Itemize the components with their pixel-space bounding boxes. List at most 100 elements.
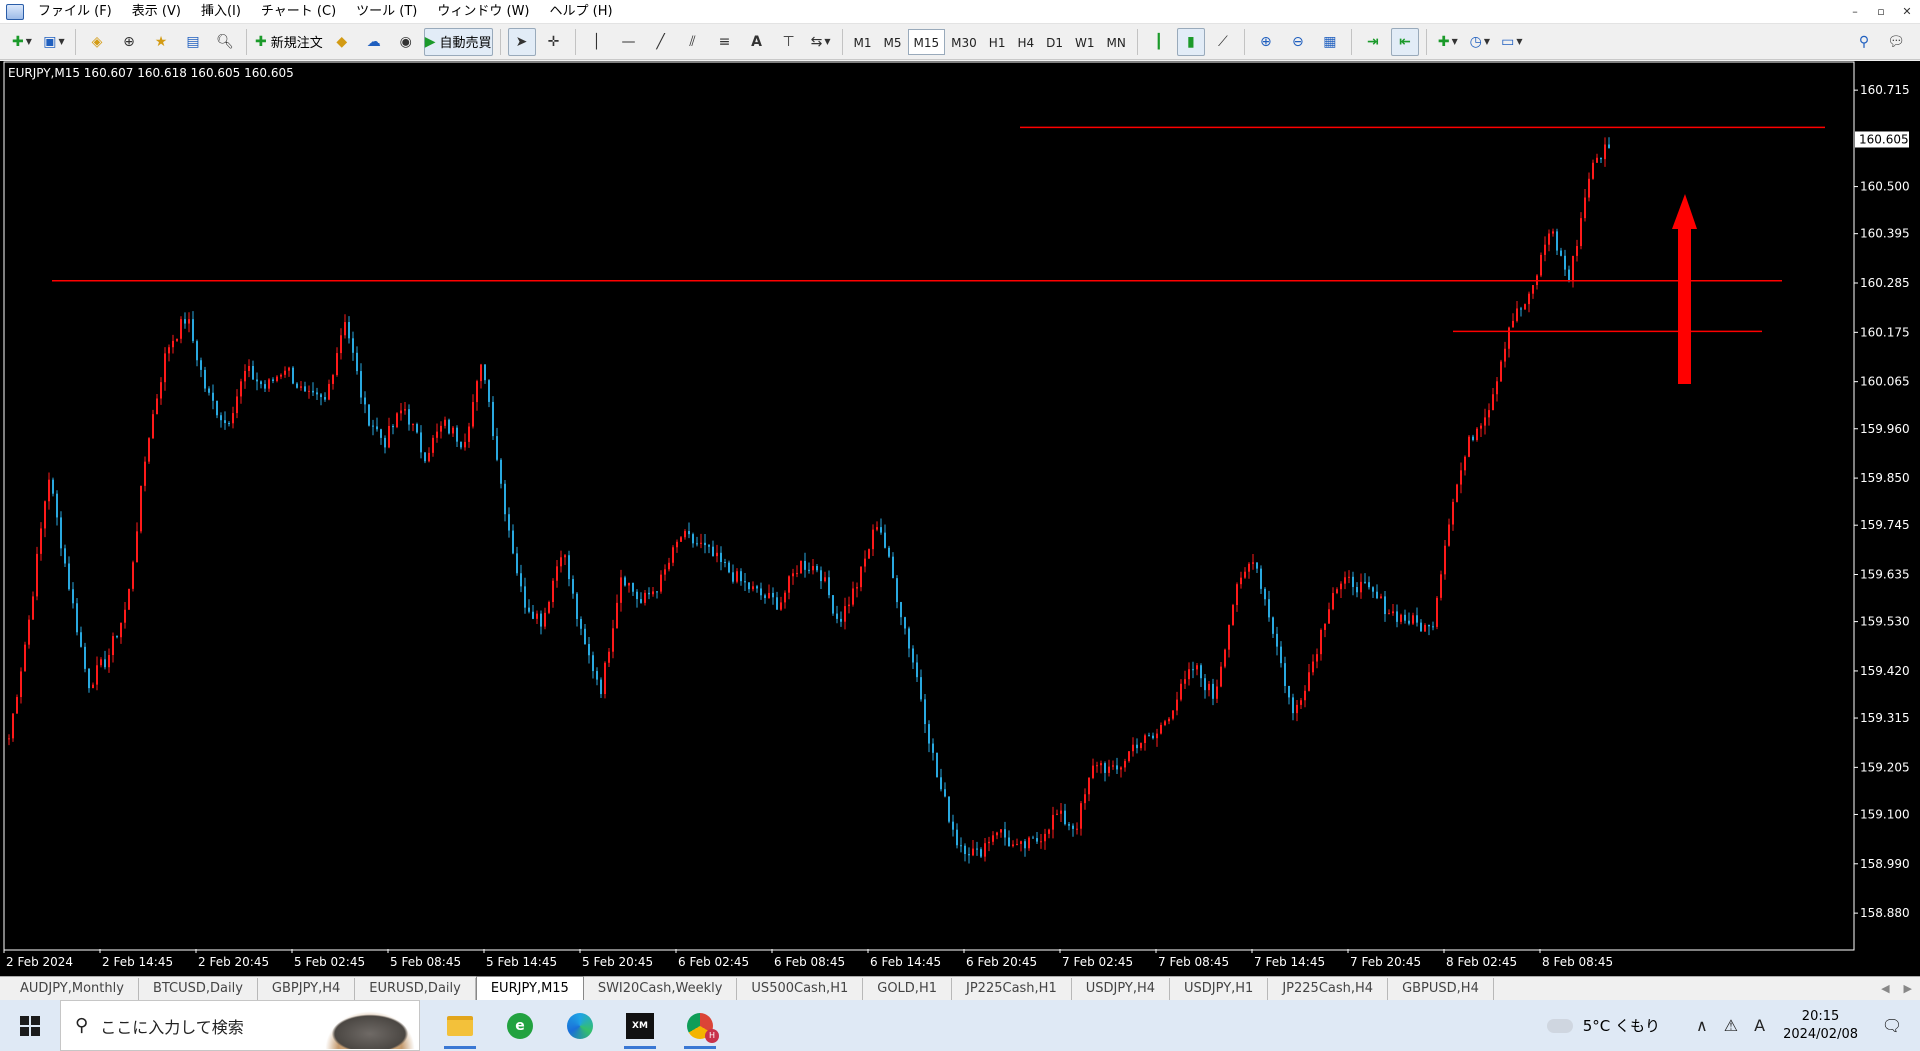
candle-body <box>552 580 554 603</box>
timeframe-d1-button[interactable]: D1 <box>1040 29 1069 55</box>
candle-body <box>700 542 702 544</box>
market-button[interactable]: ◉ <box>392 28 420 56</box>
templates-button[interactable]: ▭ ▼ <box>1498 28 1526 56</box>
taskbar-chrome[interactable] <box>670 1000 730 1051</box>
restore-button[interactable]: ▫ <box>1868 5 1894 18</box>
auto-trading-button[interactable]: ▶ 自動売買 <box>423 27 493 56</box>
autoscroll-button[interactable]: ⇥ <box>1359 28 1387 56</box>
price-chart-svg[interactable]: 160.715 160.500 160.395 160.285 160.175 160.0… <box>0 61 1920 976</box>
cursor-tool-button[interactable]: ➤ <box>507 27 536 56</box>
price-axis-label: 159.635 <box>1860 568 1910 582</box>
trendline-button[interactable]: ╱ <box>647 28 675 56</box>
candle-body <box>108 654 110 668</box>
horizontal-line-button[interactable]: — <box>615 28 643 56</box>
close-button[interactable]: ✕ <box>1894 5 1920 18</box>
tab-audjpy-monthly[interactable]: AUDJPY,Monthly <box>6 978 139 1000</box>
candle-body <box>560 557 562 567</box>
tabs-scroll-right-icon[interactable]: ▶ <box>1904 978 1912 1000</box>
menu-file[interactable]: ファイル (F) <box>30 0 124 24</box>
menu-view[interactable]: 表示 (V) <box>124 0 193 24</box>
weather-widget[interactable]: 5°C くもり <box>1546 1015 1660 1036</box>
tabs-scroll-left-icon[interactable]: ◀ <box>1881 978 1889 1000</box>
text-label-button[interactable]: ⊤ <box>775 28 803 56</box>
terminal-button[interactable]: ▤ <box>179 28 207 56</box>
channel-button[interactable]: ⫽ <box>679 28 707 56</box>
taskbar-evernote[interactable]: e <box>490 1000 550 1051</box>
shapes-button[interactable]: ⇆ ▼ <box>807 28 835 56</box>
taskbar-edge[interactable] <box>550 1000 610 1051</box>
signals-button[interactable]: ☁ <box>360 28 388 56</box>
start-button[interactable] <box>0 1000 60 1051</box>
profiles-button[interactable]: ▣ ▼ <box>40 28 68 56</box>
tab-jp225cash-h1[interactable]: JP225Cash,H1 <box>952 978 1072 1000</box>
bar-chart-button[interactable]: ┃ <box>1145 28 1173 56</box>
chart-shift-button[interactable]: ⇤ <box>1390 27 1419 56</box>
timeframe-m15-button[interactable]: M15 <box>907 28 946 55</box>
fibonacci-button[interactable]: ≡ <box>711 28 739 56</box>
timeframe-h4-button[interactable]: H4 <box>1011 29 1040 55</box>
chat-button[interactable]: 💬︎ <box>1882 28 1910 56</box>
timeframe-m5-button[interactable]: M5 <box>878 29 908 55</box>
tab-jp225cash-h4[interactable]: JP225Cash,H4 <box>1268 978 1389 1000</box>
timeframe-w1-button[interactable]: W1 <box>1069 29 1101 55</box>
timeframe-h1-button[interactable]: H1 <box>983 29 1012 55</box>
zoom-out-button[interactable]: ⊖ <box>1284 28 1312 56</box>
indicators-button[interactable]: ✚ ▼ <box>1434 28 1462 56</box>
menu-insert[interactable]: 挿入(I) <box>193 0 253 24</box>
candle-body <box>972 848 974 856</box>
candle-body <box>628 582 630 586</box>
navigator-button[interactable]: ★ <box>147 28 175 56</box>
line-chart-button[interactable]: ⟋ <box>1209 28 1237 56</box>
new-order-button[interactable]: ✚ 新規注文 <box>254 28 324 56</box>
tab-swi20cash-weekly[interactable]: SWI20Cash,Weekly <box>584 978 738 1000</box>
zoom-in-button[interactable]: ⊕ <box>1252 28 1280 56</box>
chevron-up-icon[interactable]: ∧ <box>1696 1016 1708 1035</box>
tile-windows-button[interactable]: ▦ <box>1316 28 1344 56</box>
menu-window[interactable]: ウィンドウ (W) <box>429 0 541 24</box>
vertical-line-button[interactable]: │ <box>583 28 611 56</box>
menu-help[interactable]: ヘルプ (H) <box>542 0 625 24</box>
tab-gbpjpy-h4[interactable]: GBPJPY,H4 <box>258 978 356 1000</box>
taskbar-search-box[interactable]: ⚲ ここに入力して検索 <box>60 1000 420 1051</box>
candle-body <box>1428 624 1430 627</box>
minimize-button[interactable]: – <box>1842 5 1868 18</box>
candle-body <box>408 409 410 425</box>
candle-body <box>1552 231 1554 234</box>
tab-eurusd-daily[interactable]: EURUSD,Daily <box>355 978 476 1000</box>
candle-body <box>1116 765 1118 770</box>
taskbar-xm-terminal[interactable]: XM <box>610 1000 670 1051</box>
notification-icon[interactable]: 🗨︎ <box>1874 1016 1910 1035</box>
data-window-button[interactable]: ⊕ <box>115 28 143 56</box>
crosshair-tool-button[interactable]: ✛ <box>540 28 568 56</box>
candle-body <box>468 426 470 442</box>
strategy-tester-button[interactable]: 🔍︎ <box>211 28 239 56</box>
candle-body <box>572 579 574 594</box>
metaeditor-button[interactable]: ◆ <box>328 28 356 56</box>
timeframe-m30-button[interactable]: M30 <box>945 29 983 55</box>
tab-btcusd-daily[interactable]: BTCUSD,Daily <box>139 978 258 1000</box>
tab-usdjpy-h1[interactable]: USDJPY,H1 <box>1170 978 1269 1000</box>
tab-gold-h1[interactable]: GOLD,H1 <box>863 978 952 1000</box>
timeframe-mn-button[interactable]: MN <box>1101 29 1132 55</box>
taskbar-clock[interactable]: 20:15 2024/02/08 <box>1783 1008 1858 1044</box>
timeframe-m1-button[interactable]: M1 <box>848 29 878 55</box>
candlestick-button[interactable]: ▮ <box>1176 27 1205 56</box>
periods-button[interactable]: ◷ ▼ <box>1466 28 1494 56</box>
ime-indicator[interactable]: A <box>1754 1016 1765 1035</box>
new-chart-button[interactable]: ✚ ▼ <box>8 28 36 56</box>
network-icon[interactable]: ⚠ <box>1724 1016 1738 1035</box>
tab-eurjpy-m15[interactable]: EURJPY,M15 <box>475 976 584 1000</box>
menu-tools[interactable]: ツール (T) <box>348 0 429 24</box>
search-button[interactable]: ⚲ <box>1850 28 1878 56</box>
tab-us500cash-h1[interactable]: US500Cash,H1 <box>737 978 864 1000</box>
tab-usdjpy-h4[interactable]: USDJPY,H4 <box>1072 978 1171 1000</box>
text-tool-button[interactable]: A <box>743 28 771 56</box>
candle-body <box>1352 576 1354 588</box>
candle-body <box>796 573 798 575</box>
tab-gbpusd-h4[interactable]: GBPUSD,H4 <box>1388 978 1494 1000</box>
menu-chart[interactable]: チャート (C) <box>253 0 348 24</box>
chart-window[interactable]: EURJPY,M15 160.607 160.618 160.605 160.6… <box>0 61 1920 976</box>
market-watch-button[interactable]: ◈ <box>83 28 111 56</box>
candle-body <box>228 423 230 425</box>
taskbar-file-explorer[interactable] <box>430 1000 490 1051</box>
